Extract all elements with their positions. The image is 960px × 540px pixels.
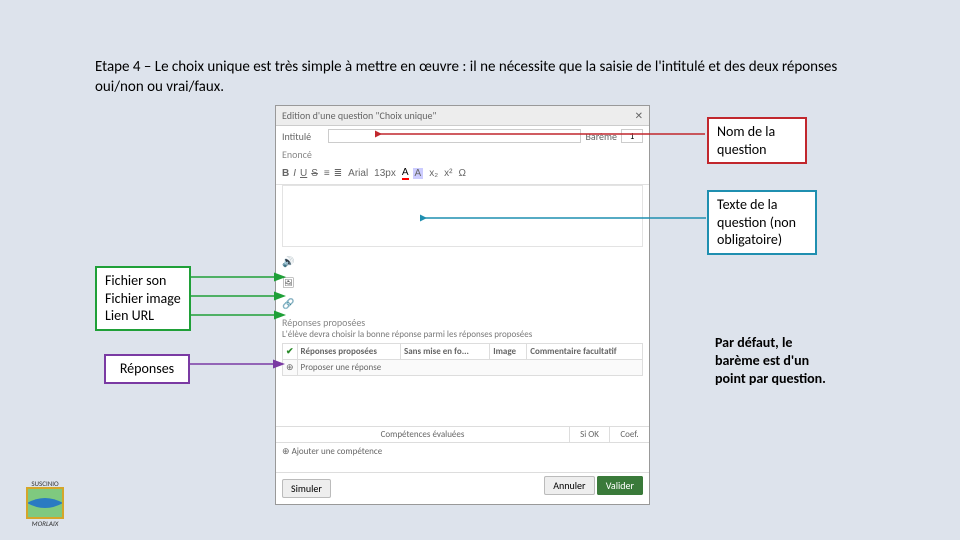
- add-competence-button[interactable]: ⊕ Ajouter une compétence: [276, 443, 649, 460]
- italic-icon[interactable]: I: [293, 168, 296, 179]
- note-bareme: Par défaut, le barème est d'un point par…: [715, 334, 835, 389]
- sound-icon: 🔊: [282, 255, 294, 268]
- superscript-icon[interactable]: x²: [444, 168, 452, 179]
- bg-color-icon[interactable]: A: [413, 168, 424, 179]
- size-select[interactable]: 13px: [374, 168, 396, 179]
- bold-icon[interactable]: B: [282, 168, 289, 179]
- callout-texte: Texte de la question (non obligatoire): [707, 190, 817, 255]
- strike-icon[interactable]: S: [311, 168, 318, 179]
- arrow-media: [189, 266, 287, 336]
- intitule-label: Intitulé: [282, 130, 324, 143]
- arrow-reponses: [190, 358, 286, 370]
- font-select[interactable]: Arial: [348, 168, 368, 179]
- simulate-button[interactable]: Simuler: [282, 479, 331, 498]
- dialog-title-text: Edition d'une question "Choix unique": [282, 109, 437, 122]
- subscript-icon[interactable]: x₂: [429, 168, 438, 179]
- intitule-input[interactable]: [328, 129, 581, 143]
- suscinio-logo: SUSCINIO MORLAIX: [15, 478, 75, 528]
- answer-row-new[interactable]: ⊕ Proposer une réponse: [283, 360, 643, 376]
- svg-text:MORLAIX: MORLAIX: [32, 519, 59, 528]
- step-heading: Etape 4 – Le choix unique est très simpl…: [95, 58, 855, 97]
- sound-row[interactable]: 🔊: [276, 251, 649, 272]
- enonce-section-label: Enoncé: [276, 146, 649, 163]
- svg-text:SUSCINIO: SUSCINIO: [31, 479, 59, 488]
- bareme-input[interactable]: 1: [621, 129, 643, 143]
- numbered-list-icon[interactable]: ≣: [334, 168, 342, 179]
- link-row[interactable]: 🔗: [276, 293, 649, 314]
- cancel-button[interactable]: Annuler: [544, 476, 594, 495]
- answers-section-label: Réponses proposées: [282, 316, 643, 329]
- underline-icon[interactable]: U: [300, 168, 307, 179]
- col-image: Image: [490, 344, 527, 360]
- competences-header: Compétences évaluées Si OK Coef.: [276, 426, 649, 443]
- callout-nom: Nom de la question: [707, 117, 807, 164]
- callout-reponses: Réponses: [104, 354, 190, 384]
- col-reponses: Réponses proposées: [297, 344, 400, 360]
- bareme-label: Barème: [585, 130, 617, 143]
- link-icon: 🔗: [282, 297, 294, 310]
- validate-button[interactable]: Valider: [597, 476, 643, 495]
- image-row[interactable]: 🖼: [276, 272, 649, 293]
- col-comment: Commentaire facultatif: [527, 344, 643, 360]
- dialog-titlebar: Edition d'une question "Choix unique" ✕: [276, 106, 649, 126]
- answers-table: ✔ Réponses proposées Sans mise en fo... …: [282, 343, 643, 376]
- bullet-list-icon[interactable]: ≡: [324, 168, 330, 179]
- text-color-icon[interactable]: A: [402, 167, 409, 180]
- close-icon[interactable]: ✕: [635, 109, 643, 122]
- callout-media: Fichier son Fichier image Lien URL: [95, 266, 191, 331]
- question-edit-dialog: Edition d'une question "Choix unique" ✕ …: [275, 105, 650, 505]
- editor-toolbar: B I U S ≡ ≣ Arial 13px A A x₂ x² Ω: [276, 163, 649, 185]
- check-icon: ✔: [286, 346, 294, 357]
- col-format: Sans mise en fo...: [400, 344, 489, 360]
- answers-hint: L'élève devra choisir la bonne réponse p…: [282, 329, 643, 340]
- editor-textarea[interactable]: [282, 185, 643, 247]
- omega-icon[interactable]: Ω: [458, 168, 465, 179]
- image-icon: 🖼: [282, 276, 295, 289]
